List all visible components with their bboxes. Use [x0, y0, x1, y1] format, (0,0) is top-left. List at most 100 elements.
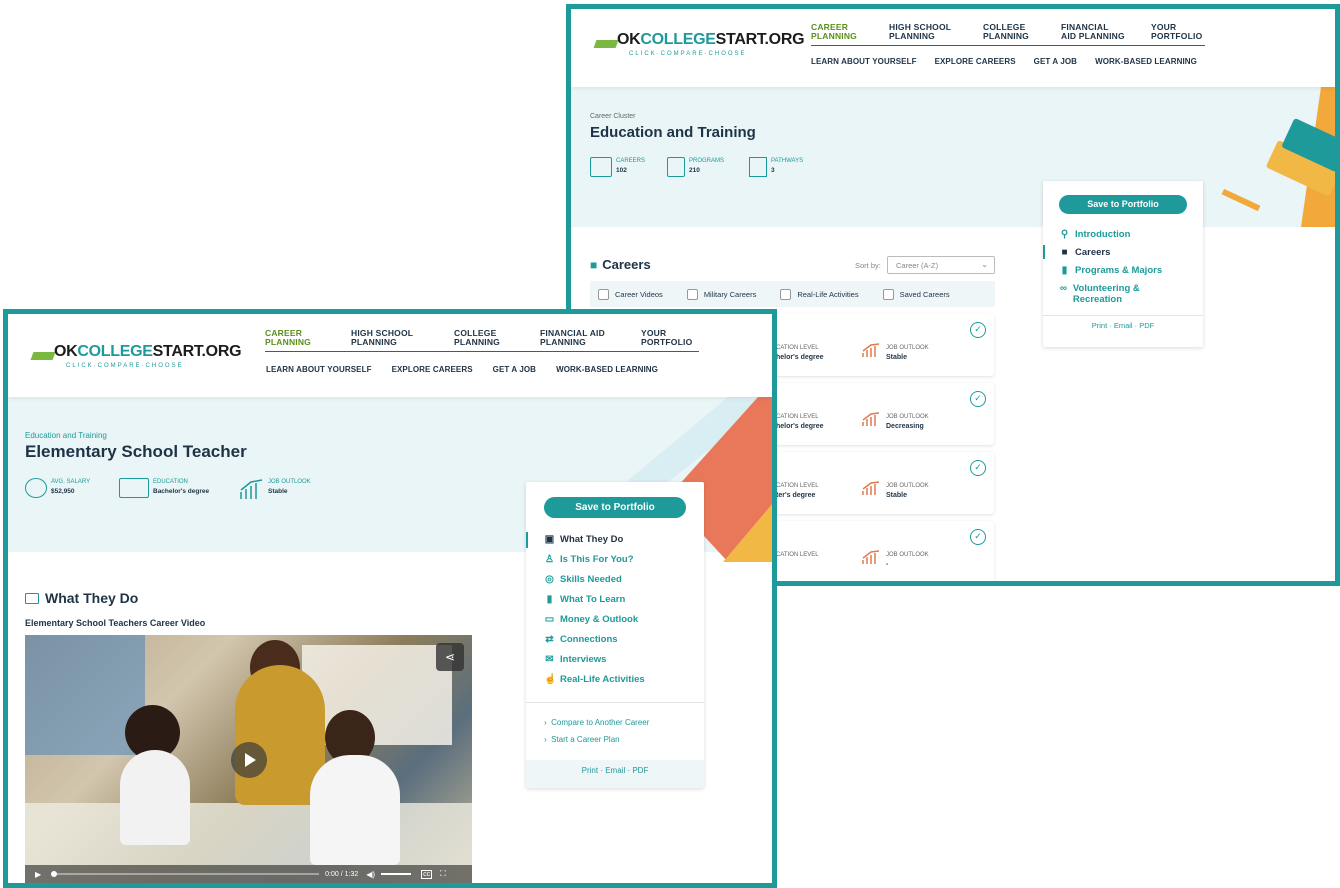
cluster-title: Education and Training: [590, 124, 756, 141]
checkbox[interactable]: [780, 288, 792, 300]
print-email-pdf-links[interactable]: Print · Email · PDF: [526, 766, 704, 775]
filter-military-careers[interactable]: Military Careers: [686, 288, 756, 300]
chevron-down-icon: ⌄: [981, 260, 988, 269]
progress-track[interactable]: [57, 873, 320, 875]
outlook-chart-icon: [862, 550, 880, 564]
career-screenshot: OKCOLLEGESTART.ORG CLICK·COMPARE·CHOOSE …: [3, 309, 777, 888]
sidecard-link-what-they-do[interactable]: ▣ What They Do: [544, 534, 624, 545]
sort-select[interactable]: Career (A-Z) ⌄: [887, 256, 995, 274]
sidecard-link-money-outlook[interactable]: ▭ Money & Outlook: [544, 614, 638, 625]
save-to-portfolio-button[interactable]: Save to Portfolio: [1059, 195, 1187, 214]
subnav-explore-careers[interactable]: EXPLORE CAREERS: [935, 57, 1016, 66]
sidecard-link-connections[interactable]: ⇄ Connections: [544, 634, 617, 645]
site-logo[interactable]: OKCOLLEGESTART.ORG CLICK·COMPARE·CHOOSE: [593, 31, 805, 63]
play-small-icon[interactable]: ▶: [35, 870, 41, 879]
filter-bar: Career Videos Military Careers Real-Life…: [590, 281, 995, 307]
sidecard-link-real-life-activities[interactable]: ☝ Real-Life Activities: [544, 674, 645, 685]
main-nav: CAREER PLANNING HIGH SCHOOL PLANNING COL…: [265, 329, 699, 352]
share-icon[interactable]: ⋖: [436, 643, 464, 671]
fullscreen-icon[interactable]: ⛶: [440, 869, 446, 879]
book-icon: ▮: [1061, 265, 1068, 276]
checkbox[interactable]: [686, 288, 698, 300]
video-title: Elementary School Teachers Career Video: [25, 618, 206, 628]
nav-your-portfolio[interactable]: YOUR PORTFOLIO: [641, 329, 699, 347]
stat-programs: PROGRAMS 210: [667, 157, 724, 177]
career-title: Elementary School Teacher: [25, 442, 247, 461]
nav-financial-aid-planning[interactable]: FINANCIAL AID PLANNING: [540, 329, 615, 347]
current-indicator: [1043, 245, 1045, 259]
subnav-explore-careers[interactable]: EXPLORE CAREERS: [392, 365, 473, 374]
chat-icon: ✉: [545, 654, 554, 665]
volume-icon[interactable]: ◀): [366, 870, 375, 879]
stat-pathways: PATHWAYS 3: [749, 157, 803, 177]
checkbox[interactable]: [598, 288, 609, 300]
main-nav: CAREER PLANNING HIGH SCHOOL PLANNING COL…: [811, 23, 1205, 46]
exchange-icon: ⇄: [545, 634, 554, 645]
document-icon: [667, 157, 685, 177]
start-career-plan-link[interactable]: › Start a Career Plan: [544, 735, 620, 744]
nav-financial-aid-planning[interactable]: FINANCIAL AID PLANNING: [1061, 23, 1125, 41]
video-time: 0:00 / 1:32: [325, 870, 359, 878]
sort-label: Sort by:: [855, 261, 881, 270]
career-sidecard: Save to Portfolio ▣ What They Do ♙ Is This…: [526, 482, 704, 788]
logo-dash: [30, 352, 56, 360]
section-heading: What They Do: [25, 590, 138, 606]
logo-text: OKCOLLEGESTART.ORG: [54, 343, 242, 360]
nav-your-portfolio[interactable]: YOUR PORTFOLIO: [1151, 23, 1205, 41]
outlook-chart-icon: [862, 412, 880, 426]
nav-college-planning[interactable]: COLLEGE PLANNING: [454, 329, 514, 347]
logo-dash: [593, 40, 619, 48]
check-circle-icon[interactable]: ✓: [970, 391, 986, 407]
filter-saved-careers[interactable]: Saved Careers: [882, 288, 950, 300]
check-circle-icon[interactable]: ✓: [970, 460, 986, 476]
briefcase-icon: [590, 157, 612, 177]
sub-nav: LEARN ABOUT YOURSELF EXPLORE CAREERS GET…: [811, 57, 1197, 66]
nav-career-planning[interactable]: CAREER PLANNING: [265, 329, 325, 347]
sidecard-link-careers[interactable]: ■ Careers: [1059, 247, 1110, 258]
sidecard-link-skills-needed[interactable]: ◎ Skills Needed: [544, 574, 622, 585]
money-icon: [25, 478, 47, 498]
target-icon: ◎: [545, 574, 554, 585]
filter-career-videos[interactable]: Career Videos: [598, 288, 663, 300]
career-cluster-breadcrumb[interactable]: Education and Training: [25, 431, 107, 440]
subnav-get-a-job[interactable]: GET A JOB: [1034, 57, 1077, 66]
subnav-work-based-learning[interactable]: WORK-BASED LEARNING: [556, 365, 658, 374]
play-icon[interactable]: [231, 742, 267, 778]
compare-career-link[interactable]: › Compare to Another Career: [544, 718, 649, 727]
save-to-portfolio-button[interactable]: Save to Portfolio: [544, 497, 686, 518]
hand-icon: ☝: [544, 674, 557, 685]
sidecard-link-volunteering[interactable]: ∞ Volunteering & Recreation: [1059, 283, 1169, 305]
subnav-get-a-job[interactable]: GET A JOB: [493, 365, 536, 374]
nav-high-school-planning[interactable]: HIGH SCHOOL PLANNING: [351, 329, 428, 347]
sidecard-link-is-this-for-you[interactable]: ♙ Is This For You?: [544, 554, 634, 565]
site-header: OKCOLLEGESTART.ORG CLICK·COMPARE·CHOOSE …: [571, 9, 1335, 87]
checkbox[interactable]: [882, 288, 894, 300]
subnav-learn-about-yourself[interactable]: LEARN ABOUT YOURSELF: [811, 57, 917, 66]
print-email-pdf-links[interactable]: Print · Email · PDF: [1043, 321, 1203, 330]
cluster-eyebrow: Career Cluster: [590, 113, 636, 120]
sidecard-link-introduction[interactable]: ⚲ Introduction: [1059, 229, 1131, 240]
nav-college-planning[interactable]: COLLEGE PLANNING: [983, 23, 1035, 41]
chevron-right-icon: ›: [544, 718, 547, 727]
divider: [1043, 315, 1203, 316]
site-logo[interactable]: OKCOLLEGESTART.ORG CLICK·COMPARE·CHOOSE: [30, 343, 242, 375]
sidecard-link-programs-majors[interactable]: ▮ Programs & Majors: [1059, 265, 1162, 276]
sidecard-link-interviews[interactable]: ✉ Interviews: [544, 654, 606, 665]
briefcase-icon: ■: [1061, 247, 1068, 258]
sidecard-link-what-to-learn[interactable]: ▮ What To Learn: [544, 594, 626, 605]
career-video-player[interactable]: ⋖ ▶ 0:00 / 1:32 ◀) cc ⛶: [25, 635, 472, 883]
logo-text: OKCOLLEGESTART.ORG: [617, 31, 805, 48]
site-header: OKCOLLEGESTART.ORG CLICK·COMPARE·CHOOSE …: [8, 314, 772, 397]
books-illustration: [1221, 87, 1335, 227]
captions-icon[interactable]: cc: [421, 869, 433, 879]
subnav-work-based-learning[interactable]: WORK-BASED LEARNING: [1095, 57, 1197, 66]
nav-high-school-planning[interactable]: HIGH SCHOOL PLANNING: [889, 23, 957, 41]
subnav-learn-about-yourself[interactable]: LEARN ABOUT YOURSELF: [266, 365, 372, 374]
search-icon: ⚲: [1060, 229, 1069, 240]
check-circle-icon[interactable]: ✓: [970, 529, 986, 545]
volume-slider[interactable]: [381, 873, 412, 875]
divider: [526, 702, 704, 703]
check-circle-icon[interactable]: ✓: [970, 322, 986, 338]
filter-real-life-activities[interactable]: Real-Life Activities: [780, 288, 859, 300]
nav-career-planning[interactable]: CAREER PLANNING: [811, 23, 863, 41]
